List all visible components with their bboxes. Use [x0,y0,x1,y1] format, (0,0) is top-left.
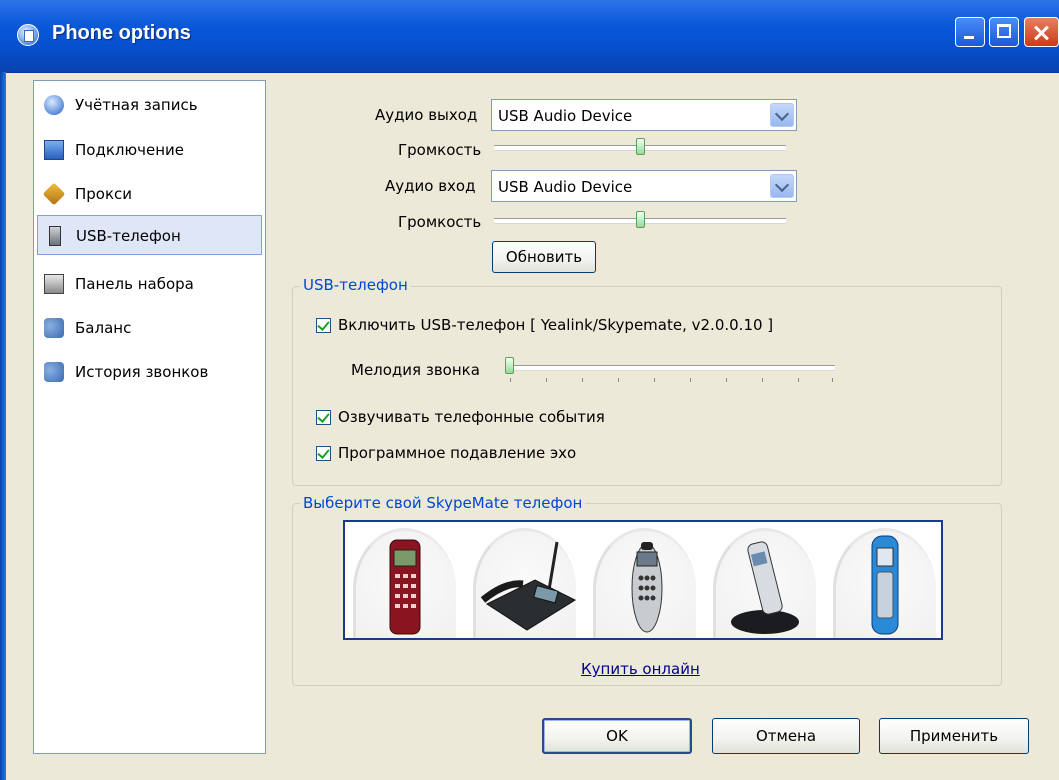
ringtone-tick [654,378,655,382]
sidebar-item-label: Панель набора [75,275,194,293]
ringtone-tick [618,378,619,382]
sidebar-item-connection[interactable]: Подключение [37,130,262,170]
sidebar-item-label: Прокси [75,185,133,203]
red-handset-icon [389,539,421,635]
silver-handset-icon [631,542,663,633]
phone-option-cordless-phone[interactable] [705,522,825,638]
ringtone-tick [832,378,833,382]
ok-button[interactable]: OK [542,718,692,754]
maximize-button[interactable] [989,17,1019,47]
audio-input-value: USB Audio Device [498,178,633,196]
account-icon [44,95,64,115]
minimize-button[interactable] [955,17,985,47]
buy-online-link[interactable]: Купить онлайн [581,660,700,678]
ringtone-tick [690,378,691,382]
sidebar-item-balance[interactable]: Баланс [37,308,262,348]
audio-input-label: Аудио вход [385,177,476,195]
usb-phone-icon [49,226,61,246]
phone-option-red-handset[interactable] [345,522,465,638]
audio-input-select[interactable]: USB Audio Device [491,170,797,202]
ringtone-track[interactable] [507,365,835,370]
sidebar-item-label: Учётная запись [75,96,198,114]
phone-options-window: Phone options Учётная запись Подключение… [0,0,1059,780]
announce-events-label: Озвучивать телефонные события [338,408,605,426]
balance-icon [44,318,64,338]
sidebar-item-label: История звонков [75,363,209,381]
sidebar-item-label: USB-телефон [76,227,181,245]
app-icon [17,24,39,46]
output-volume-slider[interactable] [635,138,645,155]
echo-cancel-label: Программное подавление эхо [338,444,577,462]
ringtone-slider[interactable] [505,357,514,374]
window-title: Phone options [52,22,191,44]
echo-cancel-checkbox[interactable] [316,446,331,461]
sidebar-item-label: Подключение [75,141,184,159]
chevron-down-icon[interactable] [770,103,794,127]
usb-phone-group-title: USB-телефон [300,276,411,294]
ringtone-tick [582,378,583,382]
ringtone-tick [798,378,799,382]
phone-option-desk-phone[interactable] [465,522,585,638]
ringtone-tick [726,378,727,382]
ringtone-tick [510,378,511,382]
options-sidebar: Учётная запись Подключение Прокси USB-те… [33,80,266,754]
sidebar-item-proxy[interactable]: Прокси [37,174,262,214]
refresh-button[interactable]: Обновить [492,241,596,273]
audio-output-select[interactable]: USB Audio Device [491,99,797,131]
input-volume-label: Громкость [398,213,482,231]
sidebar-item-label: Баланс [75,319,132,337]
sidebar-item-account[interactable]: Учётная запись [37,85,262,125]
dialpad-icon [44,274,64,294]
audio-output-label: Аудио выход [375,106,478,124]
audio-output-value: USB Audio Device [498,107,633,125]
phone-option-silver-handset[interactable] [585,522,705,638]
close-button[interactable] [1024,17,1059,47]
cordless-phone-icon [731,541,799,634]
announce-events-checkbox[interactable] [316,410,331,425]
apply-button[interactable]: Применить [879,718,1029,754]
enable-usb-phone-label: Включить USB-телефон [ Yealink/Skypemate… [338,316,774,334]
skypemate-phone-gallery [343,520,943,640]
skypemate-group-title: Выберите свой SkypeMate телефон [300,494,586,512]
output-volume-label: Громкость [398,141,482,159]
network-icon [44,140,64,160]
ringtone-tick [546,378,547,382]
desk-phone-icon [480,541,577,631]
call-history-icon [44,362,64,382]
sidebar-item-call-history[interactable]: История звонков [37,352,262,392]
window-frame [0,72,6,780]
sidebar-item-dialpad[interactable]: Панель набора [37,264,262,304]
phone-option-blue-handset[interactable] [825,522,941,638]
proxy-icon [42,182,66,206]
input-volume-slider[interactable] [635,211,645,228]
title-bar[interactable]: Phone options [0,0,1059,73]
blue-handset-icon [871,535,899,635]
ringtone-tick [762,378,763,382]
enable-usb-phone-checkbox[interactable] [316,318,331,333]
ringtone-label: Мелодия звонка [351,361,480,379]
sidebar-item-usb-phone[interactable]: USB-телефон [37,215,262,255]
chevron-down-icon[interactable] [770,174,794,198]
cancel-button[interactable]: Отмена [712,718,860,754]
